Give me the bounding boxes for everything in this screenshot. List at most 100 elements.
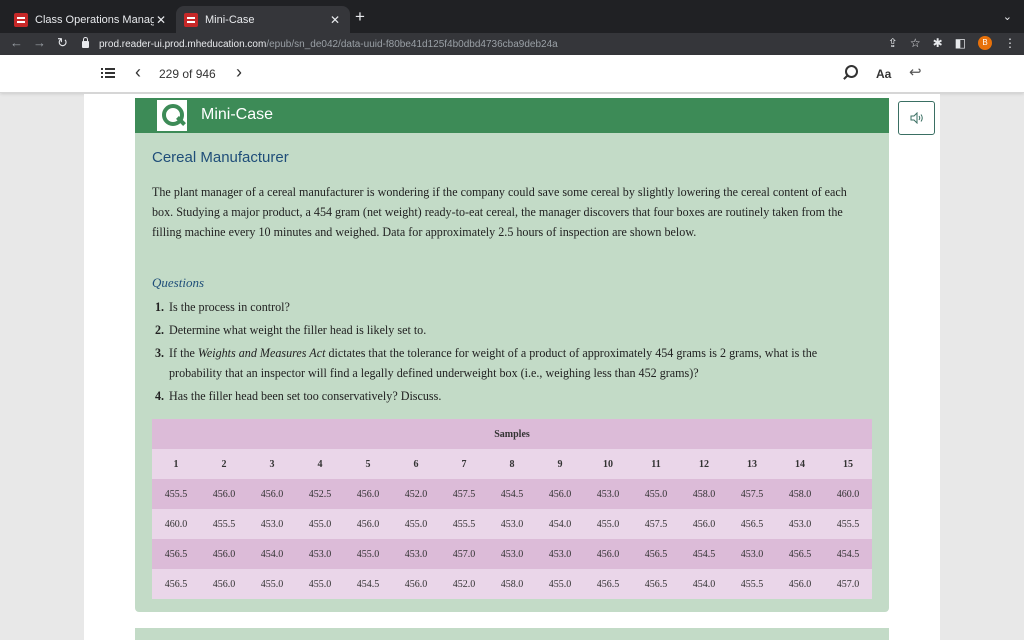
table-cell: 456.0 [344,479,392,509]
question-text: Is the process in control? [169,300,290,314]
table-row: 456.5 456.0 455.0 455.0 454.5 456.0 452.0 458.0… [152,569,872,599]
question-text: Determine what weight the filler head is… [169,323,427,337]
table-cell: 453.0 [728,539,776,569]
table-of-contents-icon[interactable] [101,68,115,79]
case-description: The plant manager of a cereal manufactur… [152,185,847,239]
tab-search-chevron-icon[interactable]: ⌄ [1003,10,1012,23]
table-column-header: 7 [440,449,488,479]
kebab-menu-icon[interactable]: ⋮ [1004,36,1016,50]
table-cell: 460.0 [152,509,200,539]
table-column-header: 10 [584,449,632,479]
table-cell: 455.5 [152,479,200,509]
table-cell: 458.0 [488,569,536,599]
profile-avatar[interactable]: B [978,36,992,50]
table-cell: 453.0 [584,479,632,509]
url-path: /epub/sn_de042/data-uuid-f80be41d125f4b0… [266,38,558,50]
table-column-header: 1 [152,449,200,479]
question-text: Has the filler head been set too conserv… [169,389,442,403]
font-settings-button[interactable]: Aa [876,67,891,81]
mini-case-header: Mini-Case [135,98,889,133]
table-column-header: 5 [344,449,392,479]
table-column-header: 12 [680,449,728,479]
tab-title: Class Operations Management [35,13,154,26]
table-cell: 457.0 [440,539,488,569]
return-arrow-icon[interactable]: ↩ [909,63,922,81]
table-cell: 455.5 [200,509,248,539]
table-cell: 456.0 [344,509,392,539]
tab-class-operations[interactable]: Class Operations Management ✕ [6,6,176,33]
close-icon[interactable]: ✕ [154,13,168,27]
browser-tabstrip: Class Operations Management ✕ Mini-Case … [0,0,1024,33]
magnifier-icon [157,100,187,131]
reader-toolbar: ‹ 229 of 946 › Aa ↩ [0,55,1024,93]
extensions-puzzle-icon[interactable]: ✱ [933,36,943,50]
table-cell: 456.0 [200,569,248,599]
question-item: 3. If the Weights and Measures Act dicta… [155,343,871,383]
table-cell: 455.0 [248,569,296,599]
next-section-box [135,628,889,640]
bookmark-star-icon[interactable]: ☆ [910,36,921,50]
table-cell: 457.0 [824,569,872,599]
table-cell: 453.0 [776,509,824,539]
table-cell: 454.0 [680,569,728,599]
page-counter: 229 of 946 [159,67,216,81]
table-cell: 453.0 [536,539,584,569]
table-cell: 455.5 [824,509,872,539]
table-cell: 456.5 [632,569,680,599]
browser-toolbar-icons: ⇪ ☆ ✱ ◧ B ⋮ [888,36,1016,50]
question-item: 2. Determine what weight the filler head… [155,320,871,340]
table-cell: 452.0 [392,479,440,509]
table-cell: 454.5 [824,539,872,569]
table-caption: Samples [152,419,872,449]
side-panel-icon[interactable]: ◧ [955,36,966,50]
table-cell: 458.0 [776,479,824,509]
next-page-chevron-icon[interactable]: › [236,62,242,83]
question-item: 4. Has the filler head been set too cons… [155,386,871,406]
tab-mini-case[interactable]: Mini-Case ✕ [176,6,350,33]
table-cell: 456.0 [536,479,584,509]
question-number: 2. [155,323,165,337]
previous-page-chevron-icon[interactable]: ‹ [135,62,141,83]
table-column-header: 2 [200,449,248,479]
table-column-header: 8 [488,449,536,479]
table-cell: 456.5 [584,569,632,599]
table-cell: 454.0 [248,539,296,569]
table-column-header: 13 [728,449,776,479]
table-cell: 456.0 [248,479,296,509]
questions-list: 1. Is the process in control? 2. Determi… [155,297,871,409]
url-field[interactable]: prod.reader-ui.prod.mheducation.com/epub… [82,34,890,54]
questions-heading: Questions [152,275,204,290]
reload-icon[interactable]: ↻ [57,35,68,51]
table-cell: 455.0 [536,569,584,599]
back-arrow-icon[interactable]: ← [10,35,23,50]
table-cell: 458.0 [680,479,728,509]
forward-arrow-icon[interactable]: → [33,35,46,50]
table-column-header: 4 [296,449,344,479]
search-icon[interactable] [845,65,858,78]
table-cell: 457.5 [632,509,680,539]
table-cell: 453.0 [488,509,536,539]
url-host: prod.reader-ui.prod.mheducation.com [99,38,267,50]
table-column-header: 15 [824,449,872,479]
table-cell: 455.0 [296,509,344,539]
table-cell: 453.0 [488,539,536,569]
table-body: 455.5 456.0 456.0 452.5 456.0 452.0 457.5 454.5… [152,479,872,599]
table-column-header: 3 [248,449,296,479]
table-cell: 460.0 [824,479,872,509]
table-cell: 454.5 [344,569,392,599]
new-tab-plus-icon[interactable]: + [355,8,365,25]
share-icon[interactable]: ⇪ [888,36,898,50]
address-bar: ← → ↻ prod.reader-ui.prod.mheducation.co… [0,33,1024,55]
read-aloud-button[interactable] [898,101,935,135]
table-cell: 453.0 [296,539,344,569]
table-cell: 455.0 [344,539,392,569]
table-row: 456.5 456.0 454.0 453.0 455.0 453.0 457.0 453.0… [152,539,872,569]
question-number: 4. [155,389,165,403]
lock-icon [82,36,89,48]
question-item: 1. Is the process in control? [155,297,871,317]
table-cell: 456.5 [776,539,824,569]
mheducation-favicon-icon [14,12,28,27]
question-number: 3. [155,346,165,360]
samples-table: Samples 1 2 3 4 5 6 7 8 9 10 11 12 13 14 15 455.5 456.0… [152,419,872,599]
close-icon[interactable]: ✕ [328,13,342,27]
